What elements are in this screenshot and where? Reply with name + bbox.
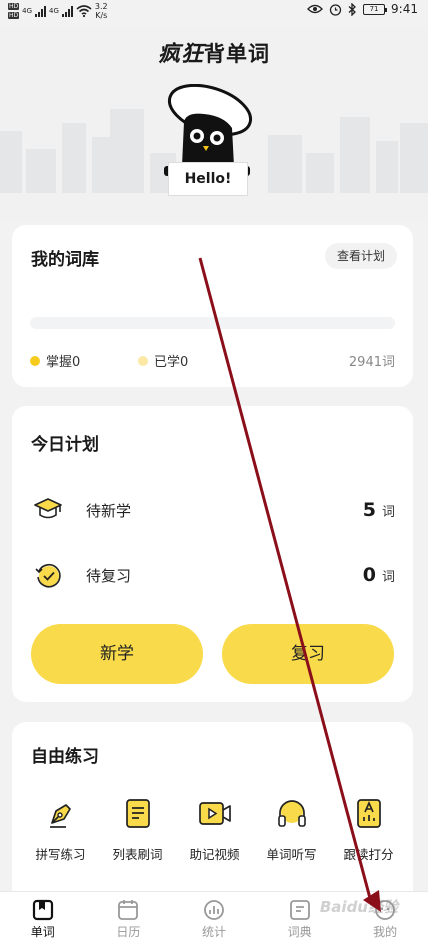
net-speed-value: 3.2: [94, 2, 108, 11]
mascot-hello-sign: Hello!: [168, 162, 248, 196]
plan-row-new-count: 5: [362, 499, 376, 521]
net-speed-unit: K/s: [95, 11, 108, 20]
new-learn-button[interactable]: 新学: [31, 624, 203, 684]
stats-icon: [204, 900, 224, 920]
tool-dictation[interactable]: 单词听写: [253, 794, 330, 863]
total-words: 2941词: [348, 355, 395, 370]
review-clock-icon: [32, 559, 64, 591]
read-score-icon: [349, 794, 389, 834]
nav-calendar-label: 日历: [116, 925, 141, 939]
plan-row-new-label: 待新学: [86, 501, 132, 520]
app-title-brand: 疯狂: [157, 42, 204, 67]
tool-spelling[interactable]: 拼写练习: [22, 794, 99, 863]
list-doc-icon: [118, 794, 158, 834]
headphones-icon: [272, 794, 312, 834]
tool-list-label: 列表刷词: [112, 847, 163, 862]
clock: 9:41: [391, 2, 418, 16]
status-right: 71 9:41: [307, 2, 418, 16]
plan-row-review-label: 待复习: [86, 566, 132, 585]
practice-tools: 拼写练习 列表刷词 助记视频 单词听写 跟读打分: [22, 794, 407, 863]
tool-read-score-label: 跟读打分: [343, 847, 394, 862]
net1-label: 4G: [22, 7, 33, 15]
my-vocab-card: 我的词库 查看计划 掌握0 已学0 2941词: [12, 225, 413, 387]
battery-icon: 71: [363, 3, 388, 15]
plan-row-review[interactable]: 待复习 0 词: [32, 557, 395, 593]
plan-row-new[interactable]: 待新学 5 词: [32, 492, 395, 528]
nav-calendar[interactable]: 日历: [86, 892, 172, 941]
signal1-icon: [35, 5, 47, 17]
tool-video[interactable]: 助记视频: [176, 794, 253, 863]
sim-indicators: HD HD: [8, 3, 20, 19]
plan-row-new-unit: 词: [381, 504, 395, 520]
learned-label: 已学0: [154, 355, 189, 370]
calendar-icon: [118, 900, 139, 920]
learned-legend: 已学0: [138, 351, 188, 370]
net2-label: 4G: [49, 7, 59, 15]
mastered-label: 掌握0: [46, 355, 81, 370]
signal2-icon: [61, 5, 73, 17]
review-button[interactable]: 复习: [222, 624, 394, 684]
book-icon: [32, 899, 53, 921]
sim2-badge: HD: [8, 12, 20, 19]
watermark-logo: Baidu经验: [319, 898, 398, 916]
tool-list[interactable]: 列表刷词: [99, 794, 176, 863]
view-plan-button[interactable]: 查看计划: [324, 243, 397, 269]
plan-row-review-unit: 词: [381, 569, 395, 585]
tool-dictation-label: 单词听写: [266, 847, 317, 862]
video-camera-icon: [195, 794, 235, 834]
vocab-card-title: 我的词库: [31, 250, 99, 270]
today-plan-title: 今日计划: [31, 435, 99, 455]
mastered-legend: 掌握0: [30, 351, 80, 370]
app-header: 疯狂背单词 Hello!: [0, 26, 428, 221]
eye-icon: [307, 4, 323, 14]
learned-dot-icon: [138, 355, 148, 366]
app-title-rest: 背单词: [204, 42, 270, 66]
mastered-dot-icon: [30, 355, 40, 366]
tool-read-score[interactable]: 跟读打分: [330, 794, 407, 863]
nav-words[interactable]: 单词: [0, 892, 86, 941]
free-practice-card: 自由练习 拼写练习 列表刷词 助记视频 单词听写 跟读打分: [12, 722, 413, 912]
app-title: 疯狂背单词: [0, 36, 428, 68]
today-plan-card: 今日计划 待新学 5 词 待复习 0 词 新学 复习: [12, 406, 413, 702]
pen-nib-icon: [41, 794, 81, 834]
tool-spelling-label: 拼写练习: [35, 847, 86, 862]
free-practice-title: 自由练习: [31, 747, 99, 767]
status-bar: HD HD 4G 4G 3.2 K/s 71 9:41: [0, 0, 428, 26]
status-left: HD HD 4G 4G 3.2 K/s: [8, 2, 108, 20]
dictionary-icon: [289, 900, 310, 920]
tool-video-label: 助记视频: [189, 847, 240, 862]
nav-dictionary-label: 词典: [287, 925, 312, 939]
plan-row-review-count: 0: [362, 564, 376, 586]
nav-stats[interactable]: 统计: [171, 892, 257, 941]
nav-words-label: 单词: [30, 925, 55, 939]
wifi-icon: [76, 5, 92, 17]
nav-stats-label: 统计: [201, 925, 226, 939]
nav-profile-label: 我的: [373, 925, 398, 939]
alarm-icon: [329, 3, 342, 16]
vocab-progress-bar: [30, 317, 395, 329]
net-speed: 3.2 K/s: [95, 2, 108, 20]
graduation-cap-icon: [32, 494, 64, 526]
sim1-badge: HD: [8, 3, 20, 10]
bluetooth-icon: [348, 2, 356, 16]
